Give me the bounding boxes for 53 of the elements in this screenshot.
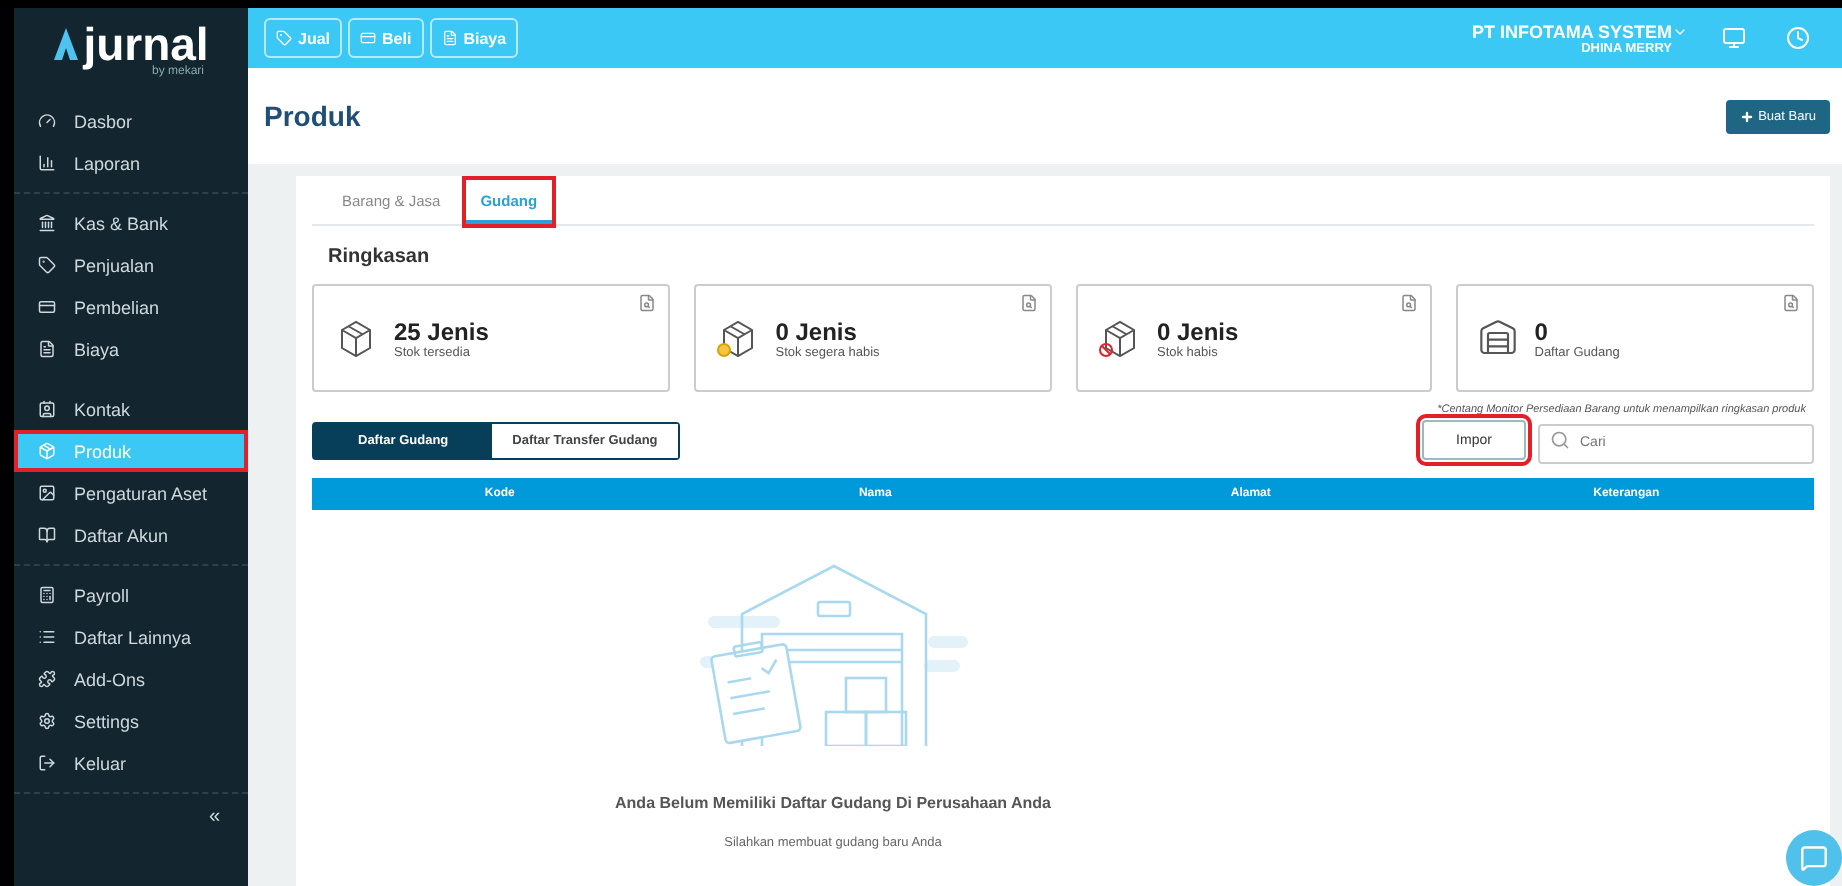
sidebar-item[interactable]: Kas & Bank bbox=[14, 202, 248, 244]
sidebar-item[interactable]: Daftar Akun bbox=[14, 514, 248, 556]
contact-icon bbox=[38, 400, 56, 418]
list-icon bbox=[38, 628, 56, 646]
document-icon bbox=[38, 340, 56, 358]
sidebar-item[interactable]: Biaya bbox=[14, 328, 248, 370]
empty-state-title: Anda Belum Memiliki Daftar Gudang Di Perusahaan Anda bbox=[615, 794, 1051, 812]
sidebar-item[interactable]: Pengaturan Aset bbox=[14, 472, 248, 514]
page-title: Produk bbox=[264, 100, 361, 132]
logo-text: jurnal bbox=[83, 22, 209, 66]
logout-icon bbox=[38, 754, 56, 772]
chat-icon bbox=[1800, 844, 1828, 872]
sidebar-item[interactable]: Penjualan bbox=[14, 244, 248, 286]
summary-value: 25 Jenis bbox=[394, 317, 489, 345]
book-icon bbox=[38, 526, 56, 544]
warehouse-icon bbox=[1478, 318, 1519, 358]
sidebar-item[interactable]: Kontak bbox=[14, 388, 248, 430]
sidebar-item[interactable]: Laporan bbox=[14, 142, 248, 184]
card-icon bbox=[360, 30, 377, 46]
clock-icon[interactable] bbox=[1786, 26, 1810, 50]
plus-icon bbox=[1740, 109, 1755, 123]
report-icon[interactable] bbox=[1019, 294, 1037, 312]
calculator-icon bbox=[38, 586, 56, 604]
report-icon[interactable] bbox=[1782, 294, 1800, 312]
sidebar-item[interactable]: Daftar Lainnya bbox=[14, 616, 248, 658]
settings-icon bbox=[38, 712, 56, 730]
summary-value: 0 bbox=[1534, 317, 1550, 345]
monitor-icon[interactable] bbox=[1722, 26, 1746, 50]
sidebar-item[interactable]: Dasbor bbox=[14, 100, 248, 142]
chart-icon bbox=[38, 154, 56, 172]
tag-icon bbox=[38, 256, 56, 274]
sidebar-item[interactable]: Keluar bbox=[14, 742, 248, 784]
box-icon bbox=[1097, 316, 1141, 360]
tag-icon bbox=[276, 30, 292, 46]
document-icon bbox=[441, 30, 458, 46]
search-icon bbox=[1550, 430, 1570, 450]
summary-value: 0 Jenis bbox=[775, 317, 859, 345]
report-icon[interactable] bbox=[637, 294, 656, 312]
gauge-icon bbox=[38, 112, 56, 130]
sidebar-item[interactable]: Add-Ons bbox=[14, 658, 248, 700]
puzzle-icon bbox=[38, 670, 56, 688]
section-title: Ringkasan bbox=[328, 246, 432, 268]
sidebar-item[interactable]: Settings bbox=[14, 700, 248, 742]
collapse-button[interactable]: « bbox=[208, 806, 220, 828]
bank-icon bbox=[38, 214, 56, 232]
package-icon bbox=[38, 442, 56, 460]
report-icon[interactable] bbox=[1400, 294, 1419, 312]
image-icon bbox=[38, 484, 56, 502]
sidebar-item[interactable]: Pembelian bbox=[14, 286, 248, 328]
logo-icon bbox=[53, 28, 78, 60]
sidebar-item[interactable]: Payroll bbox=[14, 574, 248, 616]
card-icon bbox=[38, 298, 56, 316]
summary-value: 0 Jenis bbox=[1157, 317, 1239, 345]
